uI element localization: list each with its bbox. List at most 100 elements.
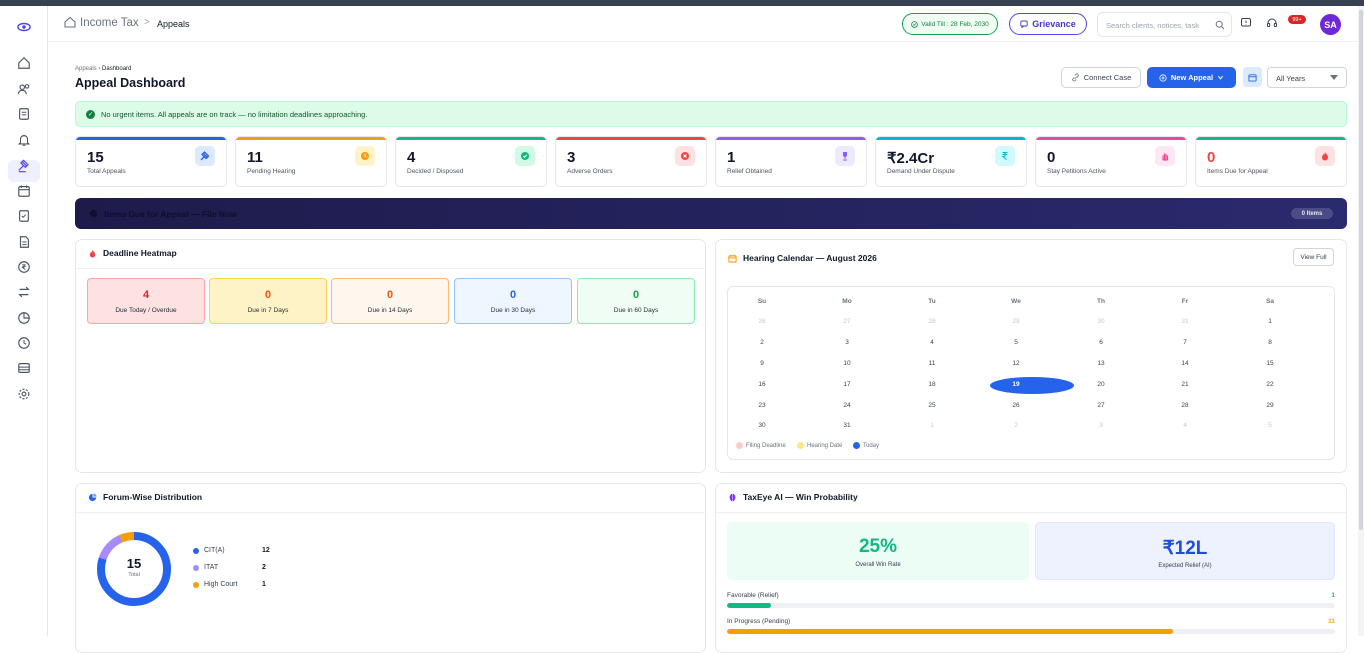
calendar-day[interactable]: 5 (1255, 422, 1285, 429)
stat-card-items-due-for-appeal[interactable]: 0 Items Due for Appeal (1195, 136, 1347, 187)
search-icon[interactable] (1215, 20, 1225, 30)
stat-card-total-appeals[interactable]: 15 Total Appeals (75, 136, 227, 187)
calendar-day[interactable]: 27 (832, 318, 862, 325)
heatmap-cell-due-in-14-days[interactable]: 0 Due in 14 Days (331, 278, 449, 324)
search-input[interactable]: Search clients, notices, task (1097, 12, 1232, 37)
breadcrumb-root[interactable]: Income Tax (80, 17, 139, 29)
users-icon[interactable] (16, 81, 32, 97)
calendar-day[interactable]: 24 (832, 402, 862, 409)
alert-circle-icon (89, 209, 98, 218)
table-icon[interactable] (16, 360, 32, 376)
calendar-day[interactable]: 21 (1170, 381, 1200, 388)
calendar-day[interactable]: 13 (1086, 360, 1116, 367)
calendar-day-today[interactable]: 19 (1001, 381, 1031, 388)
pie-icon[interactable] (16, 310, 32, 326)
calendar-day[interactable]: 1 (917, 422, 947, 429)
calendar-day[interactable]: 31 (1170, 318, 1200, 325)
stat-card-decided-disposed[interactable]: 4 Decided / Disposed (395, 136, 547, 187)
calendar-day[interactable]: 7 (1170, 339, 1200, 346)
calendar-day[interactable]: 14 (1170, 360, 1200, 367)
calendar-day[interactable]: 31 (832, 422, 862, 429)
calendar-day[interactable]: 2 (1001, 422, 1031, 429)
calendar-day[interactable]: 25 (917, 402, 947, 409)
calendar-day[interactable]: 4 (1170, 422, 1200, 429)
calendar-day[interactable]: 3 (832, 339, 862, 346)
document-icon[interactable] (16, 106, 32, 122)
grievance-button[interactable]: Grievance (1009, 13, 1087, 35)
stat-card-adverse-orders[interactable]: 3 Adverse Orders (555, 136, 707, 187)
calendar-day[interactable]: 26 (1001, 402, 1031, 409)
heatmap-cell-due-in-30-days[interactable]: 0 Due in 30 Days (454, 278, 572, 324)
scrollbar-thumb[interactable] (1359, 10, 1363, 530)
legend-today: Today (853, 442, 879, 449)
clock-icon[interactable] (16, 335, 32, 351)
chevron-down-icon (1330, 75, 1338, 80)
heatmap-cell-due-in-60-days[interactable]: 0 Due in 60 Days (577, 278, 695, 324)
calendar-day[interactable]: 3 (1086, 422, 1116, 429)
calendar-day[interactable]: 26 (747, 318, 777, 325)
home-icon[interactable] (16, 55, 32, 71)
avatar[interactable]: SA (1320, 14, 1341, 35)
calendar-day[interactable]: 9 (747, 360, 777, 367)
calendar-day[interactable]: 20 (1086, 381, 1116, 388)
stat-card-relief-obtained[interactable]: 1 Relief Obtained (715, 136, 867, 187)
check-circle-icon (911, 20, 919, 28)
support-icon[interactable] (1266, 17, 1278, 29)
heatmap-value: 0 (509, 289, 517, 301)
file-icon[interactable] (16, 234, 32, 250)
rupee-circle-icon[interactable] (16, 259, 32, 275)
calendar-day[interactable]: 28 (917, 318, 947, 325)
validity-badge: Valid Till : 28 Feb, 2030 (902, 13, 998, 35)
calendar-icon (1248, 73, 1257, 82)
legend-label: Today (863, 442, 880, 449)
calendar-day[interactable]: 29 (1001, 318, 1031, 325)
calendar-day[interactable]: 8 (1255, 339, 1285, 346)
calendar-icon[interactable] (16, 183, 32, 199)
settings-icon[interactable] (16, 386, 32, 402)
calendar-day[interactable]: 11 (917, 360, 947, 367)
calendar-day[interactable]: 15 (1255, 360, 1285, 367)
calendar-view-button[interactable] (1243, 67, 1262, 87)
new-appeal-button[interactable]: New Appeal (1147, 67, 1236, 88)
calendar-day[interactable]: 6 (1086, 339, 1116, 346)
home-icon[interactable] (64, 16, 76, 28)
years-select[interactable]: All Years (1267, 67, 1347, 88)
calendar-day[interactable]: 4 (917, 339, 947, 346)
eye-logo-icon[interactable] (16, 19, 32, 35)
due-appeal-banner[interactable]: Items Due for Appeal — File Now 0 Items (75, 198, 1347, 229)
calendar-day[interactable]: 23 (747, 402, 777, 409)
calendar-day[interactable]: 16 (747, 381, 777, 388)
calendar-day[interactable]: 30 (1086, 318, 1116, 325)
calendar-day[interactable]: 27 (1086, 402, 1116, 409)
crumb-parent[interactable]: Appeals (75, 66, 97, 72)
probability-fill (727, 629, 1173, 634)
gavel-icon[interactable] (16, 158, 32, 174)
legend-dot (193, 547, 199, 554)
calendar-day[interactable]: 2 (747, 339, 777, 346)
stat-accent-bar (716, 137, 866, 140)
calendar-day[interactable]: 18 (917, 381, 947, 388)
calendar-day[interactable]: 10 (832, 360, 862, 367)
transfer-icon[interactable] (16, 284, 32, 300)
stat-card-demand-under-dispute[interactable]: ₹2.4Cr Demand Under Dispute (875, 136, 1027, 187)
calendar-day[interactable]: 5 (1001, 339, 1031, 346)
calendar-day[interactable]: 1 (1255, 318, 1285, 325)
calendar-day[interactable]: 29 (1255, 402, 1285, 409)
connect-case-button[interactable]: Connect Case (1061, 67, 1141, 88)
calendar-day[interactable]: 30 (747, 422, 777, 429)
view-full-button[interactable]: View Full (1293, 248, 1334, 266)
feedback-icon[interactable] (1240, 17, 1252, 29)
calendar-day[interactable]: 12 (1001, 360, 1031, 367)
heatmap-cell-due-in-7-days[interactable]: 0 Due in 7 Days (209, 278, 327, 324)
calendar-day[interactable]: 17 (832, 381, 862, 388)
stat-card-pending-hearing[interactable]: 11 Pending Hearing (235, 136, 387, 187)
checklist-icon[interactable] (16, 208, 32, 224)
legend-dot (193, 564, 199, 571)
expected-relief-card: ₹12L Expected Relief (AI) (1035, 522, 1335, 580)
notification-badge[interactable]: 99+ (1288, 15, 1306, 24)
calendar-day[interactable]: 28 (1170, 402, 1200, 409)
calendar-day[interactable]: 22 (1255, 381, 1285, 388)
stat-card-stay-petitions-active[interactable]: 0 Stay Petitions Active (1035, 136, 1187, 187)
bell-icon[interactable] (16, 132, 32, 148)
heatmap-cell-due-today-overdue[interactable]: 4 Due Today / Overdue (87, 278, 205, 324)
